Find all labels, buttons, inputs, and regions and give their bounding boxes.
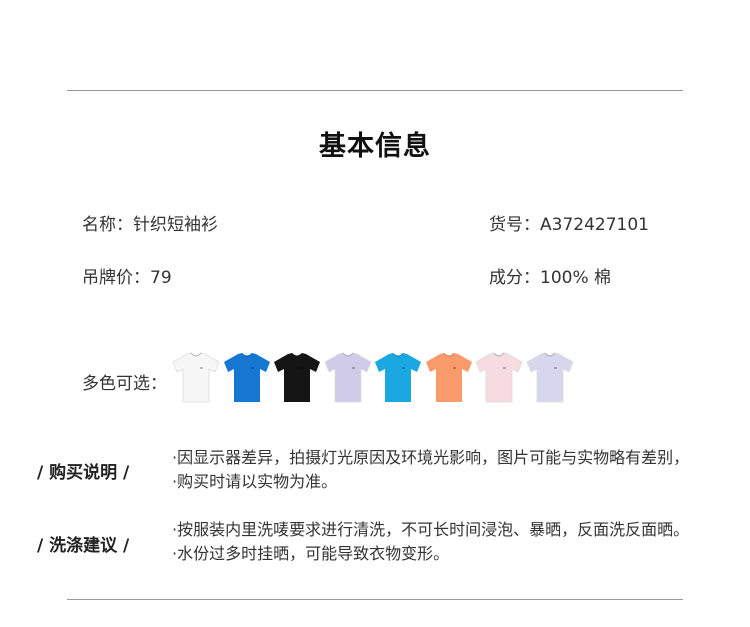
product-name: 名称：针织短袖衫 bbox=[82, 215, 218, 235]
purchase-note-line: ·因显示器差异，拍摄灯光原因及环境光影响，图片可能与实物略有差别， bbox=[172, 448, 690, 467]
purchase-notes-label: / 购买说明 / bbox=[37, 463, 130, 483]
section-title: 基本信息 bbox=[319, 131, 431, 162]
washing-notes-label: / 洗涤建议 / bbox=[37, 536, 130, 556]
product-sku: 货号：A372427101 bbox=[489, 215, 649, 235]
composition: 成分：100% 棉 bbox=[489, 268, 612, 288]
colors-label: 多色可选： bbox=[82, 374, 167, 394]
light-lavender-shirt-icon[interactable] bbox=[524, 350, 576, 404]
washing-notes: ·按服装内里洗唛要求进行清洗，不可长时间浸泡、暴晒，反面洗反面晒。 ·水份过多时… bbox=[172, 518, 689, 566]
tag-price: 吊牌价：79 bbox=[82, 268, 172, 288]
cyan-shirt-icon[interactable] bbox=[372, 350, 424, 404]
lavender-shirt-icon[interactable] bbox=[322, 350, 374, 404]
washing-note-line: ·按服装内里洗唛要求进行清洗，不可长时间浸泡、暴晒，反面洗反面晒。 bbox=[172, 520, 690, 539]
orange-shirt-icon[interactable] bbox=[423, 350, 475, 404]
black-shirt-icon[interactable] bbox=[271, 350, 323, 404]
blue-shirt-icon[interactable] bbox=[221, 350, 273, 404]
purchase-notes: ·因显示器差异，拍摄灯光原因及环境光影响，图片可能与实物略有差别， ·购买时请以… bbox=[172, 446, 689, 494]
top-divider bbox=[67, 90, 683, 91]
washing-note-line: ·水份过多时挂晒，可能导致衣物变形。 bbox=[172, 544, 450, 563]
white-shirt-icon[interactable] bbox=[170, 350, 222, 404]
purchase-note-line: ·购买时请以实物为准。 bbox=[172, 472, 338, 491]
pink-shirt-icon[interactable] bbox=[473, 350, 525, 404]
bottom-divider bbox=[67, 599, 683, 600]
